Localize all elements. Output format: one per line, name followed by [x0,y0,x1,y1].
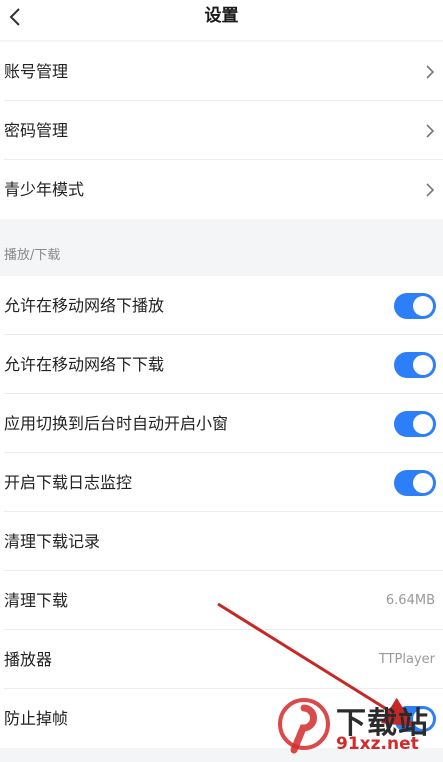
row-label: 允许在移动网络下播放 [4,296,165,315]
background-mini-window-row: 应用切换到后台时自动开启小窗 [4,394,443,453]
row-label: 应用切换到后台时自动开启小窗 [4,414,229,433]
toggle-knob [413,296,433,316]
row-label: 防止掉帧 [4,709,69,728]
row-label: 密码管理 [4,121,69,140]
account-settings-group: 账号管理 密码管理 青少年模式 [0,42,443,219]
youth-mode-row[interactable]: 青少年模式 [4,160,443,219]
toggle-knob [413,473,433,493]
clear-downloads-row[interactable]: 清理下载 6.64MB [4,571,443,630]
mobile-network-download-toggle[interactable] [394,352,436,378]
chevron-right-icon [426,124,435,138]
row-label: 开启下载日志监控 [4,473,133,492]
row-label: 允许在移动网络下下载 [4,355,165,374]
download-size-value: 6.64MB [385,593,435,608]
mobile-network-play-toggle[interactable] [394,293,436,319]
prevent-frame-drop-row: 防止掉帧 [4,689,443,748]
password-management-row[interactable]: 密码管理 [4,101,443,160]
row-label: 账号管理 [4,62,69,81]
section-header-playback-download: 播放/下载 [4,248,61,263]
row-label: 青少年模式 [4,180,85,199]
chevron-right-icon [426,183,435,197]
download-log-monitor-toggle[interactable] [394,470,436,496]
background-mini-window-toggle[interactable] [394,411,436,437]
chevron-right-icon [426,65,435,79]
account-management-row[interactable]: 账号管理 [4,42,443,101]
row-label: 清理下载记录 [4,532,101,551]
toggle-knob [413,709,433,729]
prevent-frame-drop-toggle[interactable] [394,706,436,732]
page-title: 设置 [204,6,239,26]
mobile-network-play-row: 允许在移动网络下播放 [4,276,443,335]
mobile-network-download-row: 允许在移动网络下下载 [4,335,443,394]
header-bar: 设置 [0,0,443,40]
row-label: 清理下载 [4,591,69,610]
playback-settings-group: 允许在移动网络下播放 允许在移动网络下下载 应用切换到后台时自动开启小窗 开启下… [0,276,443,748]
player-row[interactable]: 播放器 TTPlayer [4,630,443,689]
download-log-monitor-row: 开启下载日志监控 [4,453,443,512]
toggle-knob [413,355,433,375]
clear-download-history-row[interactable]: 清理下载记录 [4,512,443,571]
toggle-knob [413,414,433,434]
row-label: 播放器 [4,650,53,669]
player-value: TTPlayer [378,652,435,667]
